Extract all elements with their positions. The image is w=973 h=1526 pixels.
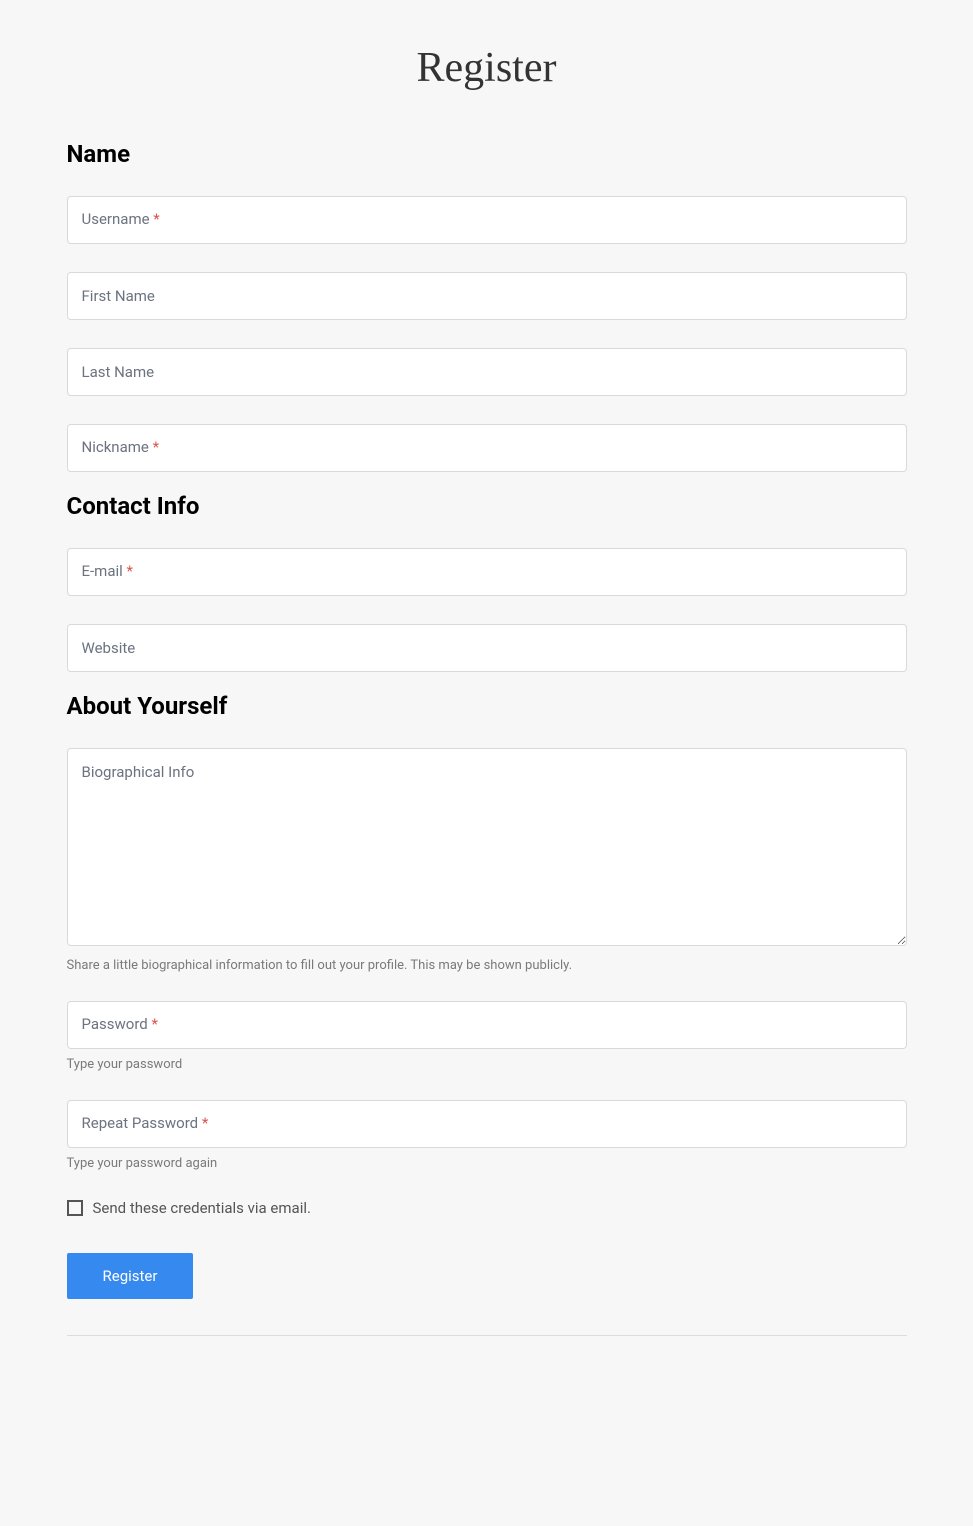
username-input[interactable] <box>67 196 907 244</box>
first-name-input[interactable] <box>67 272 907 320</box>
repeat-password-input[interactable] <box>67 1100 907 1148</box>
bio-hint: Share a little biographical information … <box>67 958 907 973</box>
send-email-checkbox[interactable] <box>67 1200 83 1216</box>
section-contact-heading: Contact Info <box>67 492 907 520</box>
password-input[interactable] <box>67 1001 907 1049</box>
register-button[interactable]: Register <box>67 1253 194 1299</box>
bio-textarea[interactable] <box>67 748 907 946</box>
nickname-input[interactable] <box>67 424 907 472</box>
password-hint: Type your password <box>67 1057 907 1072</box>
divider <box>67 1335 907 1336</box>
repeat-password-hint: Type your password again <box>67 1156 907 1171</box>
send-email-label: Send these credentials via email. <box>93 1199 311 1217</box>
last-name-input[interactable] <box>67 348 907 396</box>
section-about-heading: About Yourself <box>67 692 907 720</box>
email-input[interactable] <box>67 548 907 596</box>
section-name-heading: Name <box>67 140 907 168</box>
website-input[interactable] <box>67 624 907 672</box>
page-title: Register <box>67 44 907 92</box>
